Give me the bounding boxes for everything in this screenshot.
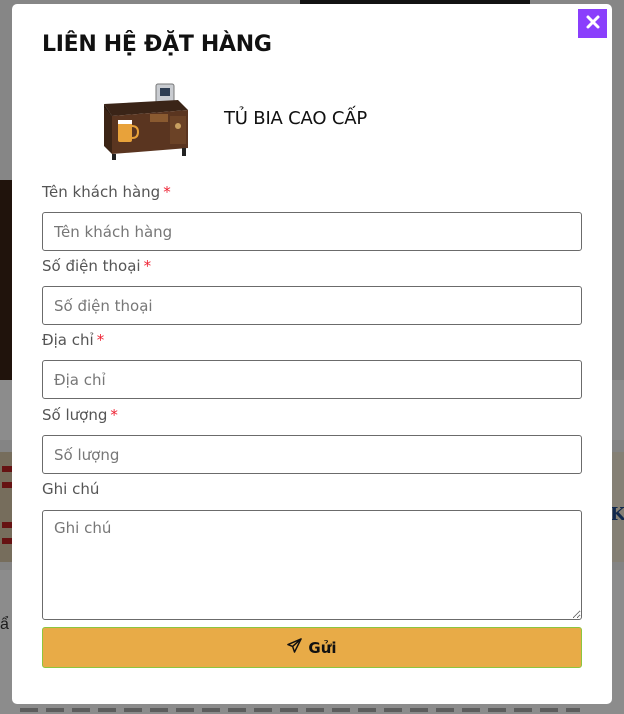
address-label: Địa chỉ * <box>42 331 104 349</box>
quantity-input[interactable] <box>42 435 582 474</box>
phone-label: Số điện thoại * <box>42 257 151 275</box>
phone-label-text: Số điện thoại <box>42 257 141 275</box>
required-mark: * <box>110 406 118 424</box>
customer-name-label: Tên khách hàng * <box>42 183 171 201</box>
address-input[interactable] <box>42 360 582 399</box>
note-label: Ghi chú <box>42 480 99 498</box>
modal-title: LIÊN HỆ ĐẶT HÀNG <box>42 32 272 57</box>
close-icon <box>585 14 601 33</box>
quantity-label-text: Số lượng <box>42 406 108 424</box>
required-mark: * <box>96 331 105 349</box>
required-mark: * <box>163 183 171 201</box>
customer-name-input[interactable] <box>42 212 582 251</box>
address-label-text: Địa chỉ <box>42 331 94 349</box>
beer-cabinet-image <box>90 76 190 166</box>
customer-name-label-text: Tên khách hàng <box>42 183 161 201</box>
required-mark: * <box>143 257 152 275</box>
note-label-text: Ghi chú <box>42 480 100 498</box>
order-contact-modal: LIÊN HỆ ĐẶT HÀNG TỦ BIA CAO CẤP Tên khác… <box>12 4 612 704</box>
product-name: TỦ BIA CAO CẤP <box>224 108 367 129</box>
submit-button-label: Gửi <box>308 638 337 657</box>
note-textarea[interactable] <box>42 510 582 620</box>
paper-plane-icon <box>287 638 303 657</box>
phone-input[interactable] <box>42 286 582 325</box>
quantity-label: Số lượng * <box>42 406 118 424</box>
submit-button[interactable]: Gửi <box>42 627 582 668</box>
close-button[interactable] <box>578 9 607 38</box>
